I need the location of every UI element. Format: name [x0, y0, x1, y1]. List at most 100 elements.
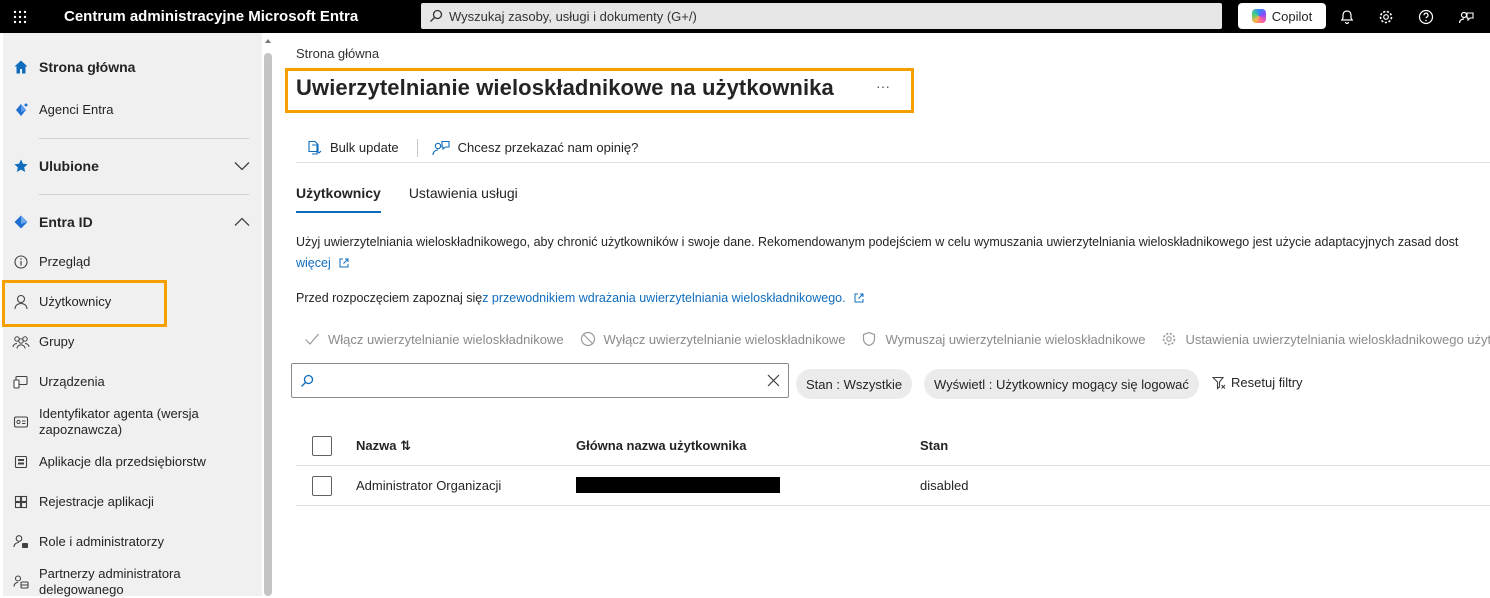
enable-mfa-button[interactable]: Włącz uwierzytelnianie wieloskładnikowe [304, 332, 564, 347]
enforce-mfa-label: Wymuszaj uwierzytelnianie wieloskładniko… [885, 331, 1146, 347]
sidebar-scrollbar[interactable] [262, 33, 274, 596]
table-row[interactable]: Administrator Organizacji disabled [296, 466, 1490, 506]
block-icon [580, 331, 595, 347]
chevron-down-icon[interactable] [234, 159, 250, 174]
sidebar-item-favorites[interactable]: Ulubione [3, 158, 262, 174]
checkmark-icon [305, 333, 319, 345]
table-header-row: Nazwa ⇅ Główna nazwa użytkownika Stan [296, 426, 1490, 466]
user-mfa-settings-button[interactable]: Ustawienia uwierzytelniania wieloskładni… [1161, 331, 1490, 347]
tab-users[interactable]: Użytkownicy [296, 185, 381, 213]
sidebar-item-label: Strona główna [39, 59, 136, 75]
tab-service-settings[interactable]: Ustawienia usługi [409, 185, 518, 213]
sidebar-item-home[interactable]: Strona główna [3, 59, 262, 75]
sidebar-item-roles[interactable]: Role i administratorzy [3, 534, 262, 550]
sidebar-item-app-registrations[interactable]: Rejestracje aplikacji [3, 494, 262, 510]
description-text: Użyj uwierzytelniania wieloskładnikowego… [296, 235, 1459, 249]
row-checkbox[interactable] [312, 475, 332, 496]
command-separator [416, 138, 418, 157]
column-header-name[interactable]: Nazwa ⇅ [356, 438, 411, 454]
guide-prefix: Przed rozpoczęciem zapoznaj się [296, 291, 483, 305]
feedback-label: Chcesz przekazać nam opinię? [457, 140, 639, 155]
sidebar-item-partners[interactable]: Partnerzy administratora delegowanego [3, 566, 262, 598]
copilot-button[interactable]: Copilot [1238, 3, 1326, 29]
partners-icon [3, 574, 39, 590]
chevron-up-icon[interactable] [234, 215, 250, 230]
show-filter-pill[interactable]: Wyświetl : Użytkownicy mogący się logowa… [924, 369, 1199, 399]
sidebar-item-agent-id[interactable]: Identyfikator agenta (wersja zapoznawcza… [3, 406, 262, 438]
state-filter-pill[interactable]: Stan : Wszystkie [796, 369, 913, 399]
gear-icon [1163, 332, 1176, 346]
enterprise-apps-icon [3, 455, 39, 469]
deployment-guide-link[interactable]: z przewodnikiem wdrażania uwierzytelnian… [482, 291, 845, 305]
sidebar-item-devices[interactable]: Urządzenia [3, 374, 262, 390]
info-icon [3, 255, 39, 269]
learn-more-label: więcej [296, 256, 331, 270]
redacted-upn-cell [576, 477, 780, 493]
scrollbar-thumb[interactable] [264, 53, 272, 596]
bell-icon[interactable] [1327, 0, 1367, 33]
guide-line: Przed rozpoczęciem zapoznaj się z przewo… [296, 291, 864, 305]
sidebar-item-label: Agenci Entra [39, 102, 114, 117]
reset-filters-button[interactable]: Resetuj filtry [1212, 375, 1303, 390]
sidebar-item-label: Entra ID [39, 214, 93, 230]
feedback-button[interactable]: Chcesz przekazać nam opinię? [432, 140, 639, 156]
sidebar-item-groups[interactable]: Grupy [3, 334, 262, 350]
copilot-icon [1251, 9, 1266, 23]
users-highlight-box [2, 280, 167, 327]
tab-list: Użytkownicy Ustawienia usługi [296, 185, 546, 213]
sidebar-item-label: Ulubione [39, 158, 99, 174]
shield-icon [863, 331, 876, 347]
app-title[interactable]: Centrum administracyjne Microsoft Entra [64, 8, 394, 25]
user-mfa-settings-label: Ustawienia uwierzytelniania wieloskładni… [1185, 331, 1490, 347]
sidebar-divider [39, 138, 249, 139]
sidebar-item-overview[interactable]: Przegląd [3, 254, 262, 270]
search-icon [430, 9, 443, 22]
home-icon [3, 59, 39, 75]
waffle-icon[interactable] [0, 0, 40, 33]
disable-mfa-label: Wyłącz uwierzytelnianie wieloskładnikowe [603, 331, 846, 347]
external-link-icon [339, 258, 349, 268]
sidebar-item-label: Przegląd [39, 254, 91, 269]
select-all-checkbox[interactable] [312, 435, 332, 456]
disable-mfa-button[interactable]: Wyłącz uwierzytelnianie wieloskładnikowe [580, 331, 846, 347]
sidebar-item-label: Identyfikator agenta (wersja zapoznawcza… [39, 406, 199, 437]
bulk-update-button[interactable]: Bulk update [306, 140, 399, 156]
mfa-actions-bar: Włącz uwierzytelnianie wieloskładnikowe … [304, 331, 1490, 347]
user-state-cell: disabled [920, 478, 969, 493]
entra-agents-icon [3, 102, 39, 118]
global-search-placeholder: Wyszukaj zasoby, usługi i dokumenty (G+/… [449, 8, 697, 24]
user-search-input[interactable] [291, 363, 789, 398]
sidebar-item-entra-id[interactable]: Entra ID [3, 214, 262, 230]
groups-icon [3, 335, 39, 349]
enforce-mfa-button[interactable]: Wymuszaj uwierzytelnianie wieloskładniko… [861, 331, 1145, 347]
sidebar-item-label: Urządzenia [39, 374, 105, 389]
column-header-upn: Główna nazwa użytkownika [576, 438, 747, 453]
external-link-icon [854, 293, 864, 303]
users-table: Nazwa ⇅ Główna nazwa użytkownika Stan Ad… [296, 426, 1490, 506]
enable-mfa-label: Włącz uwierzytelnianie wieloskładnikowe [328, 331, 564, 347]
gear-icon[interactable] [1366, 0, 1406, 33]
help-icon[interactable] [1406, 0, 1446, 33]
feedback-person-icon [432, 140, 450, 155]
entra-id-icon [3, 214, 39, 230]
sidebar-item-agents[interactable]: Agenci Entra [3, 102, 262, 118]
sidebar-item-label: Rejestracje aplikacji [39, 494, 154, 509]
filter-reset-icon [1212, 376, 1226, 390]
sidebar-divider [39, 194, 249, 195]
learn-more-link[interactable]: więcej [296, 256, 349, 270]
app-registrations-icon [3, 495, 39, 509]
scroll-up-arrow-icon[interactable] [265, 39, 271, 43]
star-icon [3, 158, 39, 174]
roles-icon [3, 534, 39, 550]
command-bar: Bulk update Chcesz przekazać nam opinię? [296, 133, 1490, 163]
user-name-cell[interactable]: Administrator Organizacji [356, 478, 501, 493]
column-header-state: Stan [920, 438, 949, 453]
devices-icon [3, 375, 39, 389]
bulk-update-icon [308, 140, 322, 155]
close-icon[interactable] [767, 374, 780, 387]
agent-id-icon [3, 415, 39, 429]
feedback-icon[interactable] [1446, 0, 1486, 33]
sidebar-item-enterprise-apps[interactable]: Aplikacje dla przedsiębiorstw [3, 454, 262, 470]
global-search-input[interactable]: Wyszukaj zasoby, usługi i dokumenty (G+/… [421, 3, 1222, 29]
breadcrumb[interactable]: Strona główna [296, 46, 379, 61]
